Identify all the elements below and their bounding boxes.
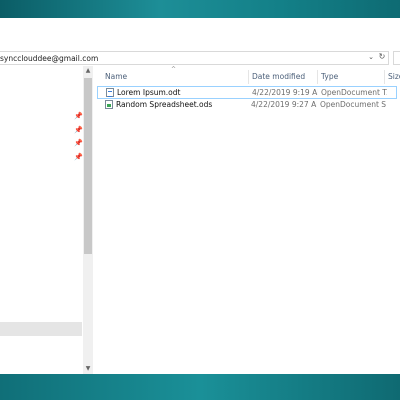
- column-header-date-modified[interactable]: Date modified: [252, 70, 316, 84]
- column-header-name[interactable]: Name: [105, 70, 245, 84]
- file-type: OpenDocument T...: [321, 88, 387, 97]
- file-row[interactable]: Lorem Ipsum.odt 4/22/2019 9:19 AM OpenDo…: [97, 86, 397, 99]
- file-date-modified: 4/22/2019 9:19 AM: [252, 88, 318, 97]
- search-input[interactable]: [393, 51, 400, 65]
- file-explorer-window: syncclouddee@gmail.com ⌄ ↻ 📌 📌 📌 📌 ▲ ▼ ^…: [0, 18, 400, 374]
- ribbon-area: [0, 18, 400, 50]
- document-icon: [106, 88, 114, 97]
- address-bar[interactable]: syncclouddee@gmail.com: [0, 51, 389, 65]
- file-date-modified: 4/22/2019 9:27 AM: [251, 100, 317, 109]
- column-divider[interactable]: [248, 70, 249, 84]
- nav-item-selected[interactable]: [0, 322, 82, 336]
- file-list-pane: ^ Name Date modified Type Size Lorem Ips…: [97, 66, 400, 374]
- nav-scroll-thumb[interactable]: [84, 78, 92, 254]
- column-divider[interactable]: [317, 70, 318, 84]
- scroll-down-icon[interactable]: ▼: [83, 364, 93, 374]
- column-header-size[interactable]: Size: [388, 70, 400, 84]
- scroll-up-icon[interactable]: ▲: [83, 66, 93, 76]
- address-history-chevron-down-icon[interactable]: ⌄: [366, 51, 376, 63]
- column-divider[interactable]: [384, 70, 385, 84]
- column-header-row: Name Date modified Type Size: [97, 70, 400, 84]
- desktop-background-top: [0, 0, 400, 18]
- file-type: OpenDocument S...: [320, 100, 386, 109]
- pin-icon[interactable]: 📌: [74, 153, 83, 161]
- file-name: Random Spreadsheet.ods: [116, 100, 213, 109]
- address-row: syncclouddee@gmail.com ⌄ ↻: [0, 50, 400, 66]
- desktop-background-bottom: [0, 374, 400, 400]
- nav-scrollbar[interactable]: ▲ ▼: [83, 66, 93, 374]
- pin-icon[interactable]: 📌: [74, 139, 83, 147]
- pin-icon[interactable]: 📌: [74, 126, 83, 134]
- address-path: syncclouddee@gmail.com: [0, 54, 99, 63]
- spreadsheet-icon: [105, 100, 113, 109]
- pin-icon[interactable]: 📌: [74, 112, 83, 120]
- file-name: Lorem Ipsum.odt: [117, 88, 181, 97]
- file-row[interactable]: Random Spreadsheet.ods 4/22/2019 9:27 AM…: [97, 99, 397, 112]
- refresh-icon[interactable]: ↻: [377, 51, 387, 63]
- column-header-type[interactable]: Type: [321, 70, 381, 84]
- navigation-pane: 📌 📌 📌 📌 ▲ ▼: [0, 66, 93, 374]
